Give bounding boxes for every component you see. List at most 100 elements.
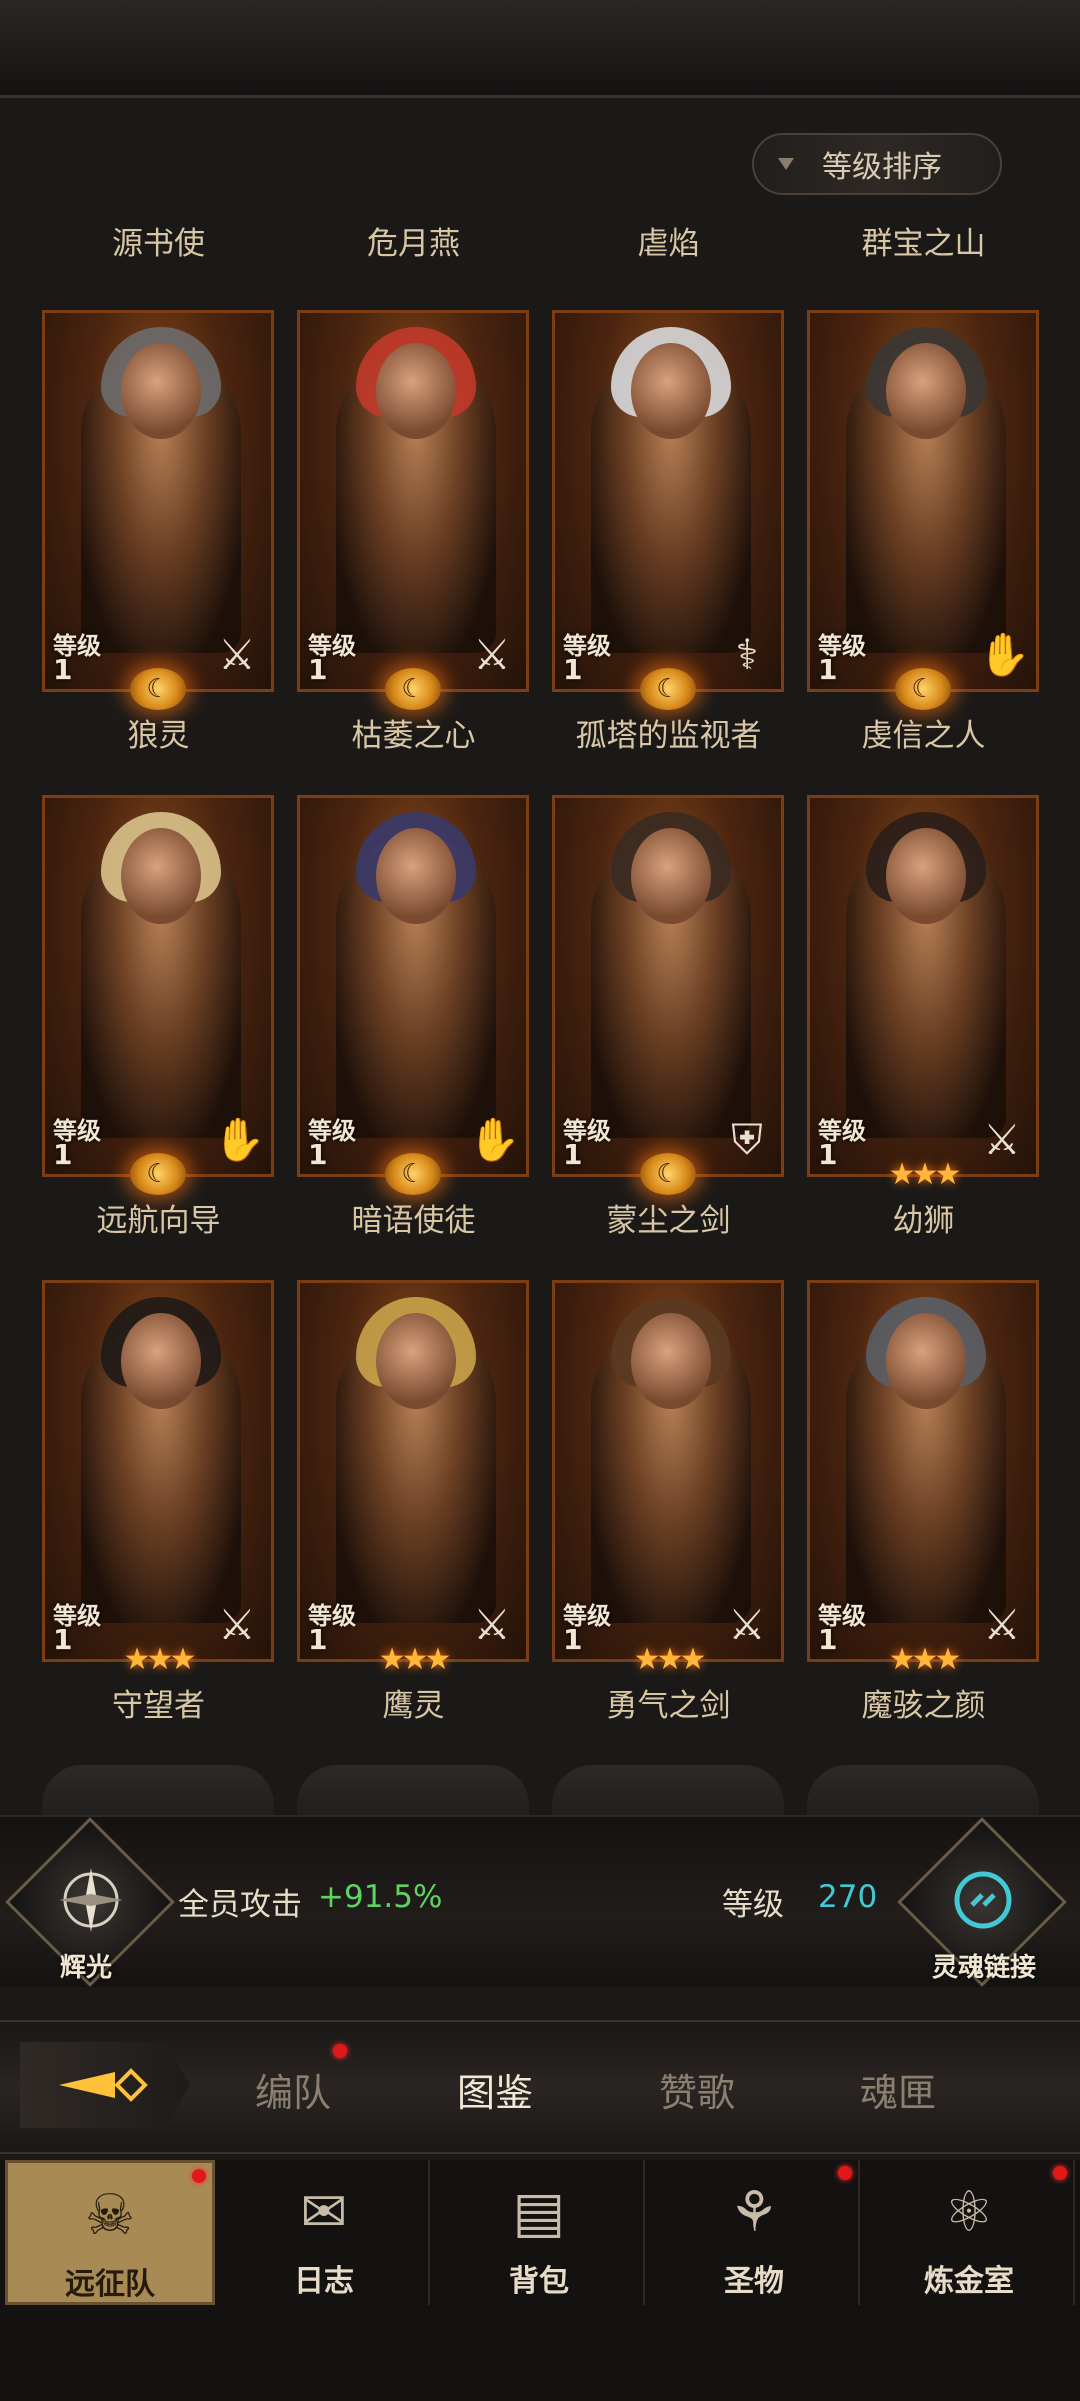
back-button[interactable] [20,2042,190,2128]
scroll-icon: ✉ [300,2180,348,2245]
sword-icon: ⚔ [728,1600,766,1649]
hero-portrait: 等级 1 ⚔ [807,1280,1039,1662]
soul-link-label: 灵魂链接 [932,1953,1037,1983]
nav-label: 背包 [509,2264,569,2299]
total-level-value: 270 [818,1879,878,1915]
hero-name[interactable]: 蒙尘之剑 [541,1195,796,1240]
level-value: 1 [563,1138,583,1171]
hero-card[interactable]: 等级 1 ✋ ☾ [42,795,274,1195]
top-header [0,0,1080,98]
hero-card[interactable]: 等级 1 ⚔ ☾ [42,310,274,710]
tab-3[interactable]: 魂匣 [818,2062,978,2117]
nav-item-0[interactable]: ☠ 远征队 [5,2160,215,2305]
hero-card[interactable]: 等级 1 ⛨ ☾ [552,795,784,1195]
star-rank-icon: ★★★ [888,1642,962,1677]
hero-name[interactable]: 群宝之山 [796,218,1051,263]
tab-0[interactable]: 编队 [213,2062,373,2117]
sword-icon: ⚔ [983,1115,1021,1164]
star-rank-icon: ★★★ [123,1642,197,1677]
nav-item-2[interactable]: ▤ 背包 [435,2160,645,2305]
hero-portrait: 等级 1 ⚔ [297,310,529,692]
hand-icon: ✋ [468,1115,521,1164]
hero-name[interactable]: 魔骇之颜 [796,1680,1051,1725]
hero-card[interactable]: 等级 1 ⚔ ☾ [297,310,529,710]
tab-1[interactable]: 图鉴 [415,2062,575,2117]
level-value: 1 [818,653,838,686]
hero-portrait: 等级 1 ⚔ [297,1280,529,1662]
team-stats-bar: 辉光 全员攻击 +91.5% 等级 270 灵魂链接 [0,1815,1080,1987]
level-value: 1 [53,653,73,686]
notification-dot [333,2044,347,2058]
level-value: 1 [308,653,328,686]
nav-label: 炼金室 [924,2264,1014,2299]
hero-name[interactable]: 枯萎之心 [286,710,541,755]
moon-rank-icon: ☾ [640,668,696,710]
hand-icon: ✋ [213,1115,266,1164]
hero-card[interactable]: 等级 1 ⚔ ★★★ [552,1280,784,1677]
bottom-navigation: ☠ 远征队 ✉ 日志 ▤ 背包 ⚘ 圣物 ⚛ 炼金室 [0,2160,1080,2401]
next-row-peek [0,1745,1080,1815]
hero-name[interactable]: 源书使 [31,218,286,263]
hero-card[interactable]: 等级 1 ⚕ ☾ [552,310,784,710]
moon-rank-icon: ☾ [130,668,186,710]
nav-label: 远征队 [65,2267,155,2302]
dropdown-arrow-icon [778,158,794,170]
level-value: 1 [53,1138,73,1171]
compass-icon [38,1847,143,1952]
tab-2[interactable]: 赞歌 [617,2062,777,2117]
hero-name[interactable]: 孤塔的监视者 [541,710,796,755]
moon-rank-icon: ☾ [130,1153,186,1195]
nav-label: 圣物 [724,2264,784,2299]
team-attack-value: +91.5% [318,1879,443,1915]
sort-dropdown[interactable]: 等级排序 [752,133,1002,195]
hero-card[interactable]: 等级 1 ⚔ ★★★ [807,795,1039,1192]
nav-item-1[interactable]: ✉ 日志 [220,2160,430,2305]
nav-item-3[interactable]: ⚘ 圣物 [650,2160,860,2305]
hero-card[interactable]: 等级 1 ⚔ ★★★ [297,1280,529,1677]
hero-card[interactable]: 等级 1 ⚔ ★★★ [42,1280,274,1677]
hero-portrait: 等级 1 ⚕ [552,310,784,692]
partial-row-names: 源书使 危月燕 虐焰 群宝之山 [0,218,1080,268]
hero-portrait: 等级 1 ✋ [297,795,529,1177]
hero-name[interactable]: 暗语使徒 [286,1195,541,1240]
hero-card[interactable]: 等级 1 ⚔ ★★★ [807,1280,1039,1677]
hero-card[interactable]: 等级 1 ✋ ☾ [807,310,1039,710]
level-value: 1 [818,1623,838,1656]
star-rank-icon: ★★★ [888,1157,962,1192]
level-value: 1 [53,1623,73,1656]
hero-name[interactable]: 虔信之人 [796,710,1051,755]
hero-portrait: 等级 1 ⚔ [807,795,1039,1177]
hero-name[interactable]: 远航向导 [31,1195,286,1240]
team-attack-label: 全员攻击 [178,1887,302,1923]
hand-icon: ✋ [978,630,1031,679]
level-value: 1 [563,1623,583,1656]
nav-item-4[interactable]: ⚛ 炼金室 [865,2160,1075,2305]
hero-name[interactable]: 危月燕 [286,218,541,263]
alchemy-icon: ⚛ [943,2180,995,2245]
level-value: 1 [308,1623,328,1656]
star-rank-icon: ★★★ [378,1642,452,1677]
hero-portrait: 等级 1 ⚔ [552,1280,784,1662]
hero-name[interactable]: 狼灵 [31,710,286,755]
sword-icon: ⚔ [473,1600,511,1649]
hero-portrait: 等级 1 ✋ [807,310,1039,692]
hero-name[interactable]: 鹰灵 [286,1680,541,1725]
hero-name[interactable]: 幼狮 [796,1195,1051,1240]
hero-portrait: 等级 1 ⚔ [42,1280,274,1662]
hero-portrait: 等级 1 ⚔ [42,310,274,692]
hero-name[interactable]: 虐焰 [541,218,796,263]
moon-rank-icon: ☾ [385,668,441,710]
moon-rank-icon: ☾ [640,1153,696,1195]
hero-name[interactable]: 守望者 [31,1680,286,1725]
hero-card[interactable]: 等级 1 ✋ ☾ [297,795,529,1195]
moon-rank-icon: ☾ [385,1153,441,1195]
sub-tab-bar: 编队 图鉴 赞歌 魂匣 [0,2020,1080,2154]
moon-rank-icon: ☾ [895,668,951,710]
backpack-icon: ▤ [512,2180,566,2245]
star-rank-icon: ★★★ [633,1642,707,1677]
hero-portrait: 等级 1 ⛨ [552,795,784,1177]
hero-portrait: 等级 1 ✋ [42,795,274,1177]
shield-icon: ⛨ [731,1115,763,1164]
staff-icon: ⚕ [735,630,759,679]
hero-name[interactable]: 勇气之剑 [541,1680,796,1725]
